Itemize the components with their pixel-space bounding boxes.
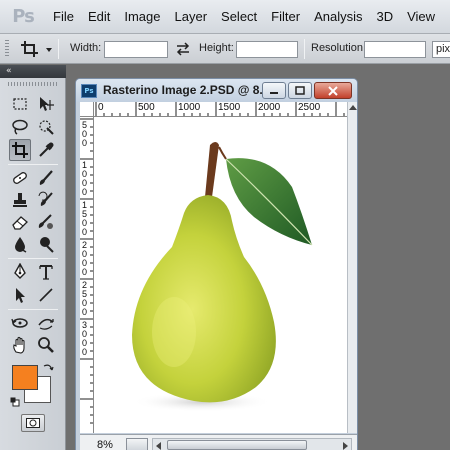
- menu-layer[interactable]: Layer: [168, 0, 215, 34]
- status-info-button[interactable]: [126, 438, 148, 450]
- menu-view[interactable]: View: [400, 0, 442, 34]
- line-icon[interactable]: [35, 284, 57, 306]
- menu-filter[interactable]: Filter: [264, 0, 307, 34]
- eraser-icon[interactable]: [9, 211, 31, 233]
- vertical-scrollbar[interactable]: [347, 102, 357, 433]
- width-input[interactable]: [104, 41, 168, 58]
- pear-image: [132, 142, 313, 412]
- zoom-level-field[interactable]: 8%: [82, 437, 122, 450]
- crop-icon[interactable]: [20, 40, 40, 58]
- menu-select[interactable]: Select: [214, 0, 264, 34]
- document-status-bar: 8%: [80, 434, 357, 450]
- horizontal-scroll-thumb[interactable]: [167, 440, 307, 450]
- ruler-label: 1000: [178, 102, 201, 113]
- tools-panel: [0, 78, 66, 450]
- eyedropper-icon[interactable]: [35, 139, 57, 161]
- ruler-label: 1500: [82, 200, 88, 237]
- collapse-icon[interactable]: «: [6, 65, 12, 78]
- lasso-icon[interactable]: [9, 116, 31, 138]
- blur-icon[interactable]: [9, 233, 31, 255]
- menu-file[interactable]: File: [46, 0, 81, 34]
- tools-panel-grip[interactable]: [8, 82, 58, 86]
- menu-3d[interactable]: 3D: [369, 0, 400, 34]
- quick-mask-icon: [26, 418, 40, 428]
- separator: [304, 39, 305, 59]
- 3d-orbit-icon[interactable]: [35, 312, 57, 334]
- photoshop-logo[interactable]: Ps: [0, 0, 46, 34]
- brush-icon[interactable]: [35, 167, 57, 189]
- horizontal-scrollbar[interactable]: [152, 438, 352, 450]
- crop-tool-icon[interactable]: [9, 139, 31, 161]
- clone-stamp-icon[interactable]: [9, 189, 31, 211]
- close-icon: [328, 85, 338, 96]
- scroll-up-icon[interactable]: [349, 105, 357, 110]
- ruler-label: 1000: [82, 160, 88, 197]
- ruler-label: 500: [138, 102, 155, 113]
- scroll-right-icon[interactable]: [343, 442, 348, 450]
- menu-bar: Ps File Edit Image Layer Select Filter A…: [0, 0, 450, 34]
- resolution-unit-select[interactable]: pixels/inch: [432, 41, 450, 58]
- swap-colors-icon[interactable]: [42, 362, 54, 374]
- tools-panel-header[interactable]: «: [0, 65, 66, 78]
- default-colors-icon[interactable]: [10, 396, 20, 407]
- resolution-label: Resolution:: [311, 42, 367, 54]
- minimize-button[interactable]: [262, 82, 286, 99]
- quick-selection-icon[interactable]: [35, 116, 57, 138]
- resolution-input[interactable]: [364, 41, 426, 58]
- rectangular-marquee-icon[interactable]: [9, 93, 31, 115]
- ruler-label: 2500: [82, 280, 88, 317]
- ruler-label: 2500: [298, 102, 321, 113]
- ruler-label: 2000: [258, 102, 281, 113]
- ruler-label: 3000: [82, 320, 88, 357]
- spot-healing-brush-icon[interactable]: [9, 167, 31, 189]
- ruler-label: 2000: [82, 240, 88, 277]
- maximize-icon: [295, 86, 305, 95]
- ruler-origin[interactable]: [80, 102, 94, 117]
- height-label: Height:: [199, 42, 234, 54]
- photoshop-document-icon: Ps: [81, 84, 97, 98]
- separator: [8, 309, 58, 310]
- horizontal-ruler[interactable]: 0 500 1000 1500 2000 2500: [94, 102, 347, 117]
- zoom-icon[interactable]: [35, 334, 57, 356]
- separator: [8, 164, 58, 165]
- scroll-left-icon[interactable]: [156, 442, 161, 450]
- move-icon[interactable]: [35, 93, 57, 115]
- options-bar: Width: Height: Resolution: pixels/inch: [0, 34, 450, 64]
- history-brush-icon[interactable]: [35, 189, 57, 211]
- menu-edit[interactable]: Edit: [81, 0, 117, 34]
- ruler-label: 0: [98, 102, 104, 113]
- height-input[interactable]: [236, 41, 298, 58]
- separator: [58, 39, 59, 59]
- swap-dimensions-icon[interactable]: [175, 42, 191, 56]
- maximize-button[interactable]: [288, 82, 312, 99]
- tool-preset-dropdown-icon[interactable]: [46, 48, 52, 52]
- document-canvas[interactable]: [94, 117, 347, 433]
- foreground-color-swatch[interactable]: [12, 365, 38, 390]
- ruler-label: 1500: [218, 102, 241, 113]
- document-title: Rasterino Image 2.PSD @ 8...: [103, 83, 270, 97]
- hand-icon[interactable]: [9, 334, 31, 356]
- path-selection-icon[interactable]: [9, 284, 31, 306]
- type-icon[interactable]: [35, 261, 57, 283]
- options-bar-grip[interactable]: [5, 40, 9, 58]
- menu-analysis[interactable]: Analysis: [307, 0, 369, 34]
- document-window: Ps Rasterino Image 2.PSD @ 8... 0 500 10…: [75, 78, 358, 450]
- width-label: Width:: [70, 42, 102, 54]
- close-button[interactable]: [314, 82, 352, 99]
- menu-image[interactable]: Image: [117, 0, 167, 34]
- separator: [8, 258, 58, 259]
- vertical-ruler[interactable]: 500 1000 1500 2000 2500 3000: [80, 117, 94, 433]
- quick-mask-button[interactable]: [21, 414, 45, 432]
- 3d-rotate-icon[interactable]: [9, 312, 31, 334]
- ruler-label: 500: [82, 120, 88, 148]
- minimize-icon: [270, 91, 278, 94]
- document-titlebar[interactable]: Ps Rasterino Image 2.PSD @ 8...: [76, 79, 357, 102]
- dodge-icon[interactable]: [35, 233, 57, 255]
- pen-icon[interactable]: [9, 261, 31, 283]
- gradient-icon[interactable]: [35, 211, 57, 233]
